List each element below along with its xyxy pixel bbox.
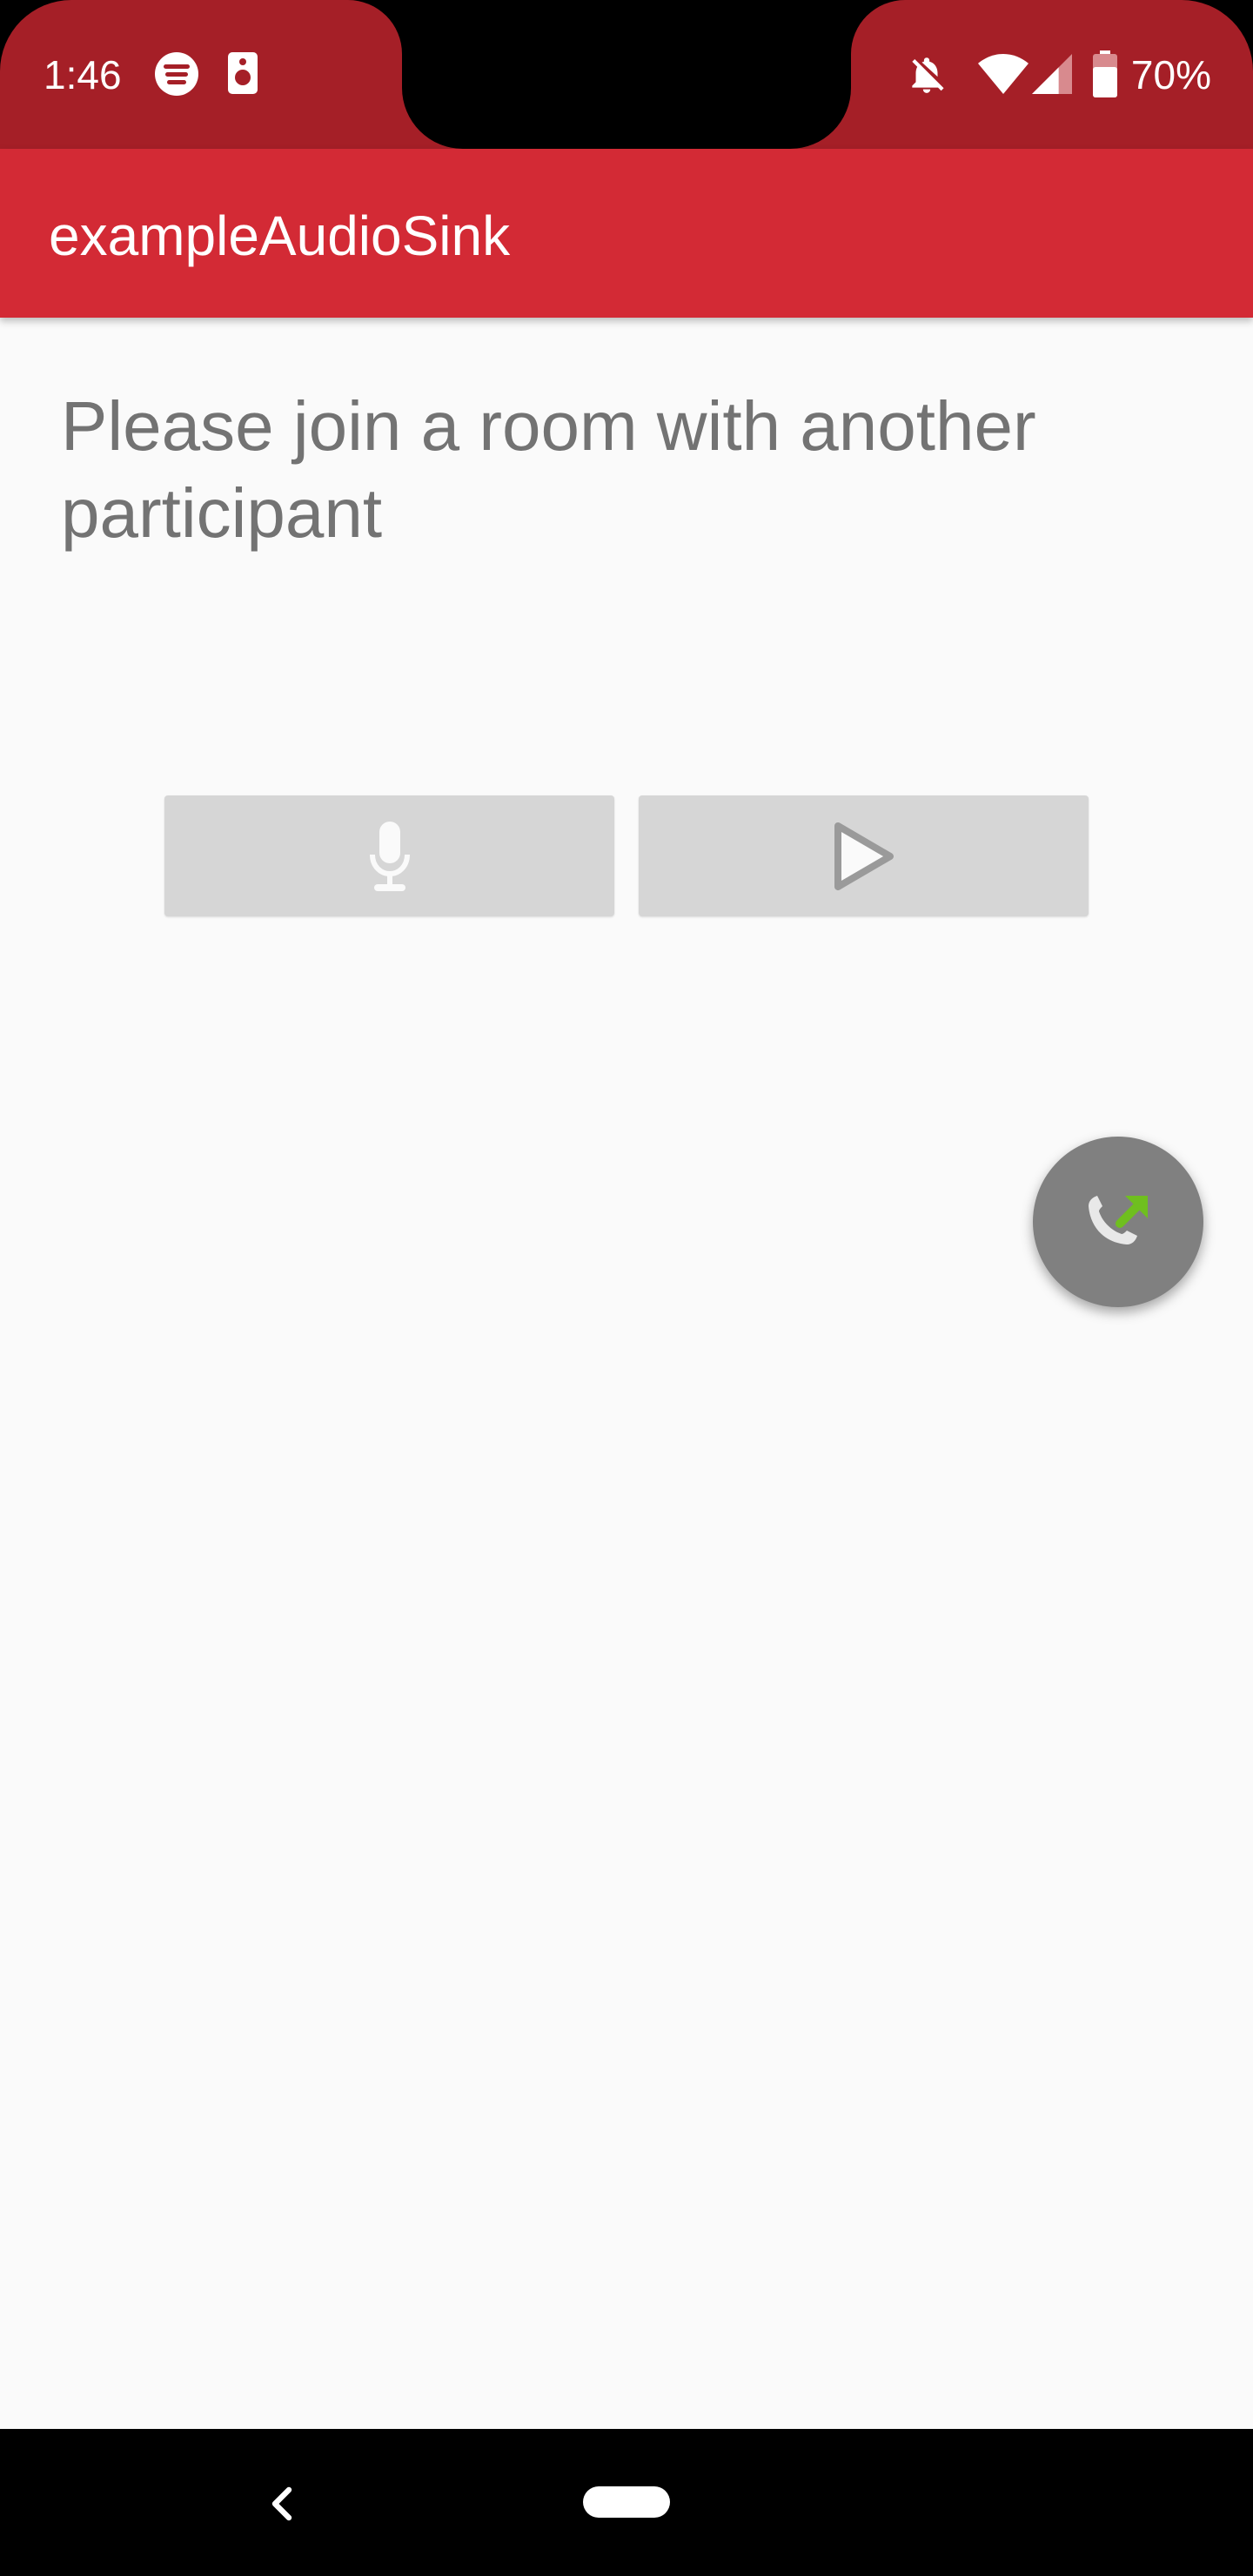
navigation-bar — [0, 2429, 1253, 2576]
app-title: exampleAudioSink — [49, 205, 511, 267]
play-icon — [834, 822, 894, 890]
join-room-message: Please join a room with another particip… — [61, 387, 1036, 552]
play-button[interactable] — [639, 795, 1089, 916]
wifi-icon — [978, 54, 1029, 94]
back-icon[interactable] — [258, 2479, 306, 2528]
cell-signal-icon — [1032, 54, 1072, 94]
notifications-off-icon — [912, 57, 944, 93]
battery-icon — [1093, 50, 1117, 97]
app-screen: 1:46 70% exampleAudioSink Please join a … — [0, 0, 1253, 2576]
spotify-icon — [155, 52, 198, 96]
home-pill[interactable] — [583, 2486, 670, 2518]
status-bar: 1:46 70% — [0, 0, 1253, 149]
connect-call-icon — [1089, 1196, 1148, 1244]
app-bar: exampleAudioSink — [0, 149, 1253, 318]
connect-call-fab[interactable] — [1033, 1137, 1203, 1307]
display-notch — [402, 0, 851, 149]
microphone-icon — [369, 821, 410, 891]
microphone-button[interactable] — [164, 795, 614, 916]
status-time: 1:46 — [44, 52, 122, 97]
speaker-icon — [228, 52, 258, 94]
battery-percent: 70% — [1130, 52, 1211, 97]
